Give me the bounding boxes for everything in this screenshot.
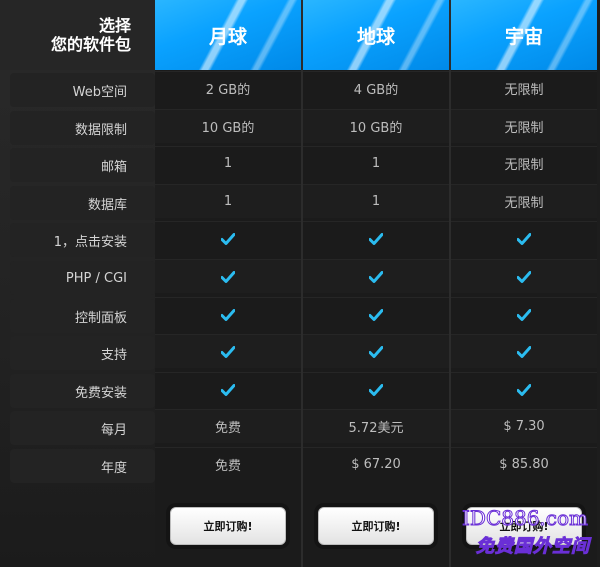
feature-label: 每月 [10, 411, 155, 445]
check-icon [155, 259, 301, 293]
feature-label: 1，点击安装 [10, 223, 155, 257]
feature-label: PHP / CGI [10, 261, 155, 295]
check-icon [451, 334, 597, 368]
feature-value: 1 [303, 146, 449, 180]
feature-label: 支持 [10, 336, 155, 370]
feature-value: 1 [155, 184, 301, 218]
check-icon [303, 221, 449, 255]
plan-header-moon: 月球 [155, 0, 301, 70]
check-icon [451, 221, 597, 255]
feature-value: 10 GB的 [155, 109, 301, 143]
check-icon [451, 259, 597, 293]
feature-value: 5.72美元 [303, 409, 449, 443]
feature-value: $ 67.20 [303, 447, 449, 481]
feature-label: 邮箱 [10, 148, 155, 182]
check-icon [451, 372, 597, 406]
plan-header-universe: 宇宙 [451, 0, 597, 70]
feature-value: 无限制 [451, 109, 597, 143]
feature-value: 10 GB的 [303, 109, 449, 143]
feature-label: 免费安装 [10, 374, 155, 408]
corner-title: 选择 您的软件包 [0, 0, 155, 70]
feature-label: 年度 [10, 449, 155, 483]
check-icon [451, 297, 597, 331]
corner-title-line2: 您的软件包 [50, 35, 131, 54]
plan-header-earth: 地球 [303, 0, 449, 70]
feature-label: 数据库 [10, 186, 155, 220]
check-icon [303, 334, 449, 368]
feature-value: 免费 [155, 409, 301, 443]
feature-value: $ 85.80 [451, 447, 597, 481]
feature-value: 无限制 [451, 71, 597, 105]
feature-label: 数据限制 [10, 111, 155, 145]
check-icon [155, 334, 301, 368]
check-icon [303, 259, 449, 293]
feature-value: 无限制 [451, 146, 597, 180]
check-icon [303, 372, 449, 406]
feature-value: 4 GB的 [303, 71, 449, 105]
corner-title-line1: 选择 [98, 16, 131, 35]
feature-value: 免费 [155, 447, 301, 481]
check-icon [303, 297, 449, 331]
feature-value: 1 [303, 184, 449, 218]
check-icon [155, 297, 301, 331]
feature-value: 无限制 [451, 184, 597, 218]
order-button-universe[interactable]: 立即订购! [466, 507, 582, 545]
check-icon [155, 372, 301, 406]
feature-label: Web空间 [10, 73, 155, 107]
feature-value: 2 GB的 [155, 71, 301, 105]
order-button-moon[interactable]: 立即订购! [170, 507, 286, 545]
check-icon [155, 221, 301, 255]
order-button-earth[interactable]: 立即订购! [318, 507, 434, 545]
pricing-table: 选择 您的软件包 月球 立即订购! 地球 立即订购! 宇宙 立即订购! IDC8… [0, 0, 600, 567]
feature-value: 1 [155, 146, 301, 180]
feature-label: 控制面板 [10, 299, 155, 333]
feature-value: $ 7.30 [451, 409, 597, 443]
